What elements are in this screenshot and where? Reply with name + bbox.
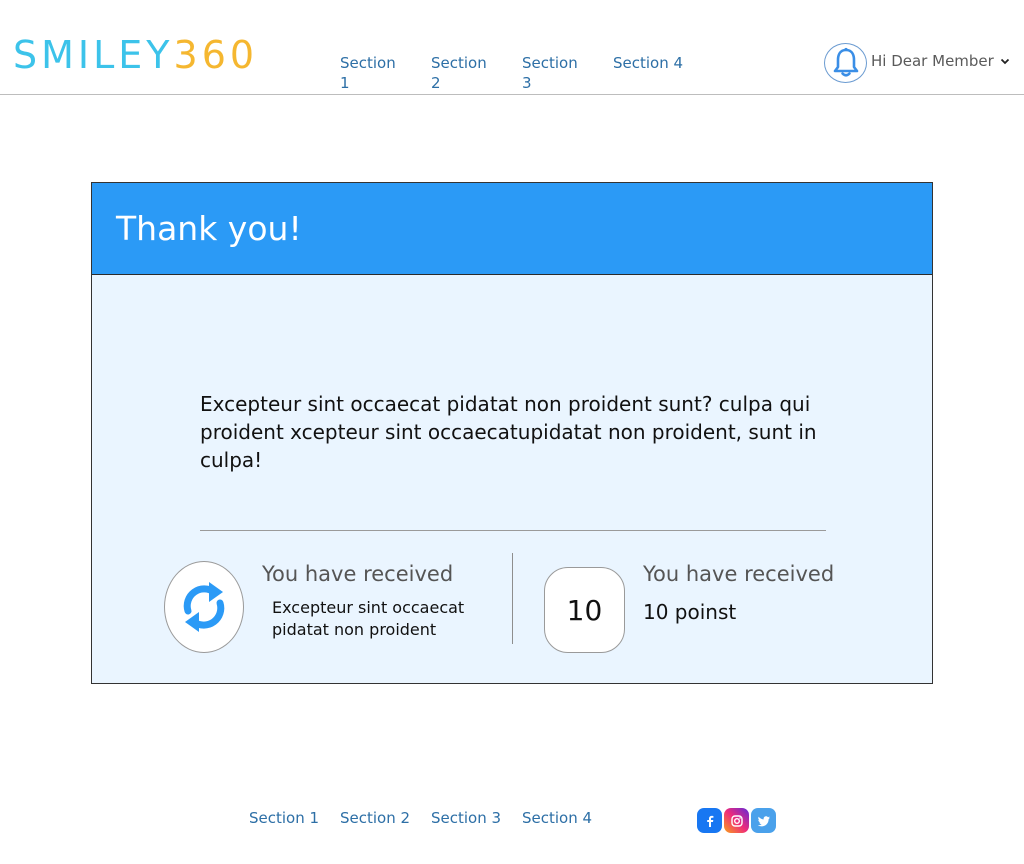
- footer-section-3[interactable]: Section 3: [431, 808, 522, 828]
- thank-you-card: Thank you! Excepteur sint occaecat pidat…: [91, 182, 933, 684]
- reward2-heading: You have received: [643, 562, 835, 586]
- footer-nav: Section 1 Section 2 Section 3 Section 4: [249, 808, 592, 828]
- card-header: Thank you!: [92, 183, 932, 275]
- reward1-heading: You have received: [262, 562, 454, 586]
- reward2-description: 10 poinst: [643, 600, 737, 624]
- reward-icon-circle: [164, 561, 244, 653]
- card-title: Thank you!: [116, 209, 302, 248]
- footer-section-1[interactable]: Section 1: [249, 808, 340, 828]
- facebook-icon[interactable]: [697, 808, 722, 833]
- nav-section-1[interactable]: Section 1: [340, 53, 407, 93]
- logo-text-smiley: SMILEY: [13, 33, 174, 77]
- divider: [200, 530, 826, 531]
- thank-you-message: Excepteur sint occaecat pidatat non proi…: [200, 392, 817, 472]
- twitter-icon[interactable]: [751, 808, 776, 833]
- notification-bell-button[interactable]: [824, 43, 867, 83]
- header-nav: Section 1 Section 2 Section 3 Section 4: [340, 53, 707, 93]
- footer-section-4[interactable]: Section 4: [522, 808, 592, 828]
- social-links: [697, 808, 778, 833]
- chevron-down-icon: [1000, 58, 1009, 65]
- refresh-icon: [183, 582, 225, 632]
- vertical-divider: [512, 553, 513, 644]
- member-label: Hi Dear Member: [871, 52, 994, 70]
- reward1-description: Excepteur sint occaecat pidatat non proi…: [272, 598, 465, 639]
- nav-section-3[interactable]: Section 3: [522, 53, 589, 93]
- points-badge: 10: [544, 567, 625, 653]
- nav-section-4[interactable]: Section 4: [613, 53, 683, 93]
- footer-section-2[interactable]: Section 2: [340, 808, 431, 828]
- logo-text-360: 360: [173, 33, 259, 77]
- member-menu[interactable]: Hi Dear Member: [871, 51, 1010, 71]
- nav-section-2[interactable]: Section 2: [431, 53, 498, 93]
- instagram-icon[interactable]: [724, 808, 749, 833]
- logo[interactable]: SMILEY360: [13, 33, 258, 77]
- bell-icon: [833, 47, 858, 77]
- header: SMILEY360 Section 1 Section 2 Section 3 …: [0, 0, 1024, 95]
